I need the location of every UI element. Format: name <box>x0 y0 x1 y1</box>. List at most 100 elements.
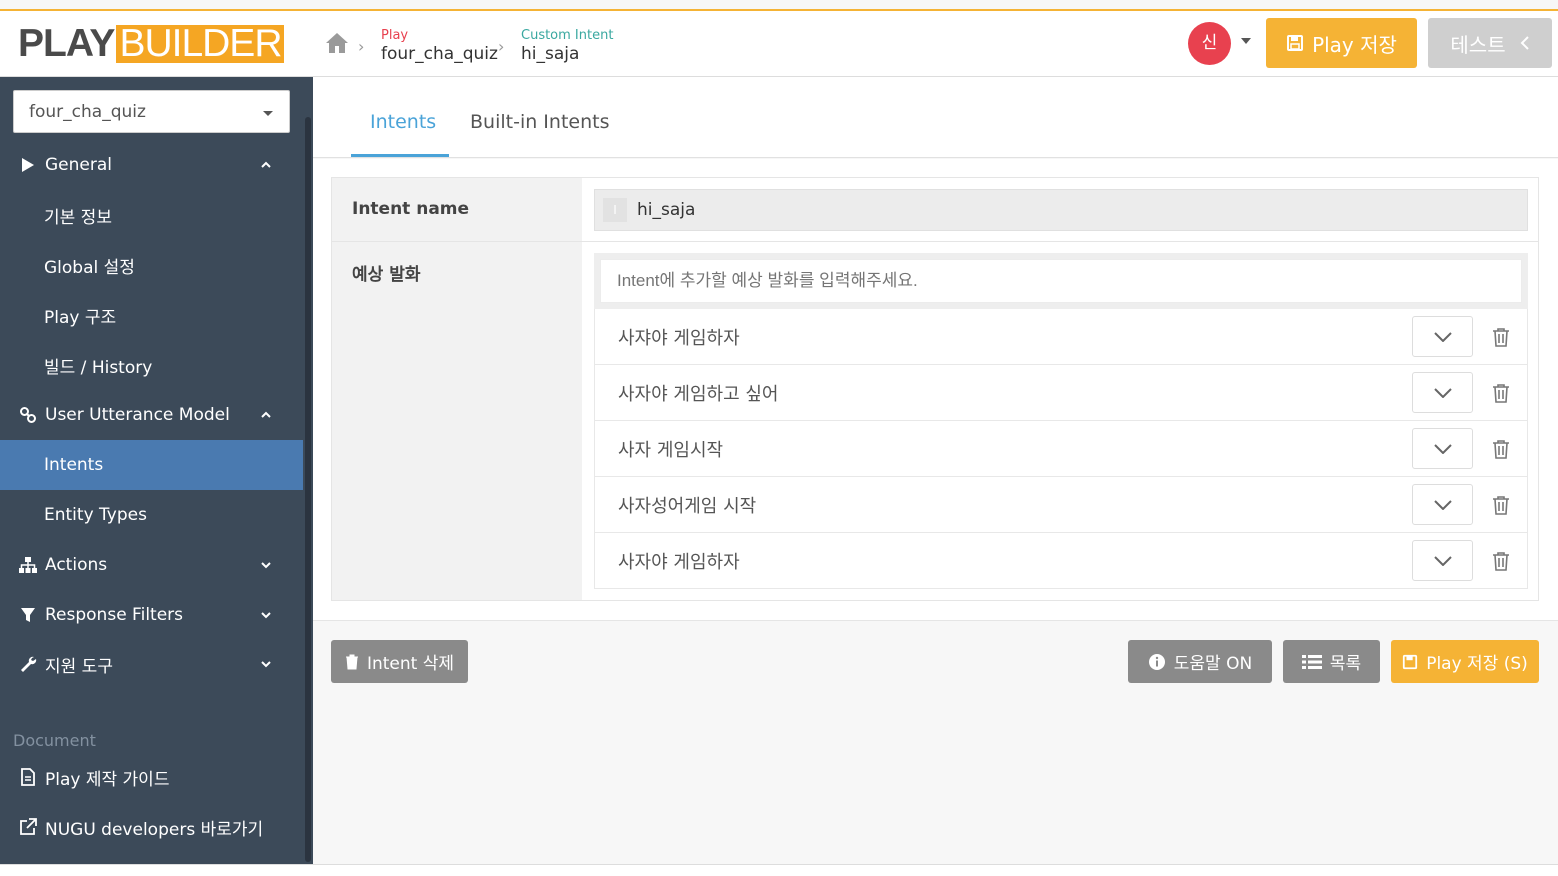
sidebar-item-play-structure[interactable]: Play 구조 <box>0 290 303 340</box>
tab-built-in-intents[interactable]: Built-in Intents <box>470 111 609 133</box>
sidebar-item-label: Actions <box>45 555 108 575</box>
expand-button[interactable] <box>1412 316 1473 357</box>
trash-icon <box>345 654 358 669</box>
delete-utterance-button[interactable] <box>1491 326 1511 348</box>
expand-button[interactable] <box>1412 372 1473 413</box>
list-button[interactable]: 목록 <box>1283 640 1380 683</box>
expand-button[interactable] <box>1412 484 1473 525</box>
sidebar-scrollbar[interactable] <box>305 117 311 862</box>
breadcrumb-play-name: four_cha_quiz <box>381 44 498 64</box>
user-avatar[interactable]: 신 <box>1188 22 1231 65</box>
save-icon <box>1287 35 1304 51</box>
list-item: 사자야 게임하고 싶어 <box>594 365 1528 421</box>
row-divider <box>332 241 1538 242</box>
text-cursor-icon: I <box>603 198 627 222</box>
delete-utterance-button[interactable] <box>1491 382 1511 404</box>
expand-button[interactable] <box>1412 540 1473 581</box>
list-icon <box>1301 654 1322 669</box>
delete-utterance-button[interactable] <box>1491 550 1511 572</box>
breadcrumb-intent-type: Custom Intent <box>521 28 614 43</box>
tabs-bar: Intents Built-in Intents <box>313 77 1558 158</box>
list-item: 사자 게임시작 <box>594 421 1528 477</box>
link-icon <box>18 405 38 425</box>
sidebar-item-user-utterance-model[interactable]: User Utterance Model <box>0 390 303 440</box>
sidebar-item-response-filters[interactable]: Response Filters <box>0 590 303 640</box>
sidebar-item-label: 빌드 / History <box>44 357 153 378</box>
utterance-input-wrapper <box>594 253 1528 309</box>
main-content: Intents Built-in Intents Intent name 예상 … <box>313 77 1558 864</box>
sidebar-item-build-history[interactable]: 빌드 / History <box>0 340 303 390</box>
sidebar-item-label: Intents <box>44 455 104 475</box>
trash-icon <box>1493 383 1509 403</box>
caret-down-icon[interactable] <box>1241 38 1251 44</box>
utterance-input[interactable] <box>600 259 1522 303</box>
sidebar-item-entity-types[interactable]: Entity Types <box>0 490 303 540</box>
help-toggle-button[interactable]: 도움말 ON <box>1128 640 1272 683</box>
expand-button[interactable] <box>1412 428 1473 469</box>
caret-down-icon <box>263 111 273 116</box>
logo-play: PLAY <box>18 22 115 65</box>
sidebar-item-nugu-developers[interactable]: NUGU developers 바로가기 <box>0 802 303 852</box>
app-header: PLAY BUILDER › Play four_cha_quiz › Cust… <box>0 11 1558 77</box>
sidebar-item-intents[interactable]: Intents <box>0 440 303 490</box>
chevron-down-icon <box>1433 387 1452 398</box>
play-save-shortcut-button[interactable]: Play 저장 (S) <box>1391 640 1539 683</box>
delete-utterance-button[interactable] <box>1491 438 1511 460</box>
sidebar-item-general[interactable]: General <box>0 140 303 190</box>
breadcrumb-intent[interactable]: Custom Intent hi_saja <box>521 27 613 64</box>
trash-icon <box>1493 495 1509 515</box>
breadcrumb-intent-name: hi_saja <box>521 44 580 64</box>
utterance-text[interactable]: 사자성어게임 시작 <box>595 492 1412 518</box>
utterance-text[interactable]: 사쟈야 게임하자 <box>595 324 1412 350</box>
intent-name-value: hi_saja <box>637 200 696 220</box>
wrench-icon <box>18 654 38 674</box>
chevron-down-icon <box>1433 443 1452 454</box>
active-tab-indicator <box>351 154 449 157</box>
chevron-down-icon <box>1433 331 1452 342</box>
play-select[interactable]: four_cha_quiz <box>13 90 290 133</box>
sidebar-item-label: Play 제작 가이드 <box>45 769 170 790</box>
sidebar-item-label: NUGU developers 바로가기 <box>45 819 264 840</box>
sidebar-item-global-settings[interactable]: Global 설정 <box>0 240 303 290</box>
divider <box>313 620 1558 621</box>
sidebar-item-actions[interactable]: Actions <box>0 540 303 590</box>
chevron-up-icon <box>261 161 271 168</box>
breadcrumb-play[interactable]: Play four_cha_quiz <box>381 27 498 64</box>
sidebar-item-label: User Utterance Model <box>45 405 230 425</box>
tab-intents[interactable]: Intents <box>370 111 436 133</box>
delete-utterance-button[interactable] <box>1491 494 1511 516</box>
utterance-text[interactable]: 사자 게임시작 <box>595 436 1412 462</box>
sidebar-item-label: Play 구조 <box>44 307 117 328</box>
delete-intent-button[interactable]: Intent 삭제 <box>331 640 468 683</box>
utterance-text[interactable]: 사자야 게임하자 <box>595 548 1412 574</box>
delete-intent-label: Intent 삭제 <box>366 654 455 674</box>
play-save-shortcut-label: Play 저장 (S) <box>1426 654 1528 674</box>
sidebar-item-support-tools[interactable]: 지원 도구 <box>0 639 303 689</box>
document-section-label: Document <box>13 731 96 750</box>
play-save-button[interactable]: Play 저장 <box>1266 18 1417 68</box>
utterance-label: 예상 발화 <box>352 265 421 285</box>
utterance-text[interactable]: 사자야 게임하고 싶어 <box>595 380 1412 406</box>
trash-icon <box>1493 439 1509 459</box>
footer <box>0 865 1558 876</box>
logo-builder: BUILDER <box>116 24 285 63</box>
play-triangle-icon <box>18 155 38 175</box>
test-button[interactable]: 테스트 <box>1428 18 1552 68</box>
sidebar-item-play-guide[interactable]: Play 제작 가이드 <box>0 752 303 802</box>
chevron-down-icon <box>261 612 271 619</box>
file-icon <box>18 767 38 787</box>
intent-name-label: Intent name <box>352 199 470 219</box>
chevron-right-icon: › <box>498 37 505 56</box>
sidebar-item-label: Global 설정 <box>44 257 135 278</box>
playbuilder-logo[interactable]: PLAY BUILDER <box>18 22 285 65</box>
play-save-label: Play 저장 <box>1312 32 1397 57</box>
list-label: 목록 <box>1329 654 1362 674</box>
external-link-icon <box>18 817 38 837</box>
sidebar-item-label: General <box>45 155 112 175</box>
list-item: 사쟈야 게임하자 <box>594 309 1528 365</box>
sidebar-item-basic-info[interactable]: 기본 정보 <box>0 190 303 240</box>
chevron-down-icon <box>261 661 271 668</box>
intent-name-field[interactable]: I hi_saja <box>594 189 1528 231</box>
home-icon[interactable] <box>324 30 350 56</box>
trash-icon <box>1493 327 1509 347</box>
